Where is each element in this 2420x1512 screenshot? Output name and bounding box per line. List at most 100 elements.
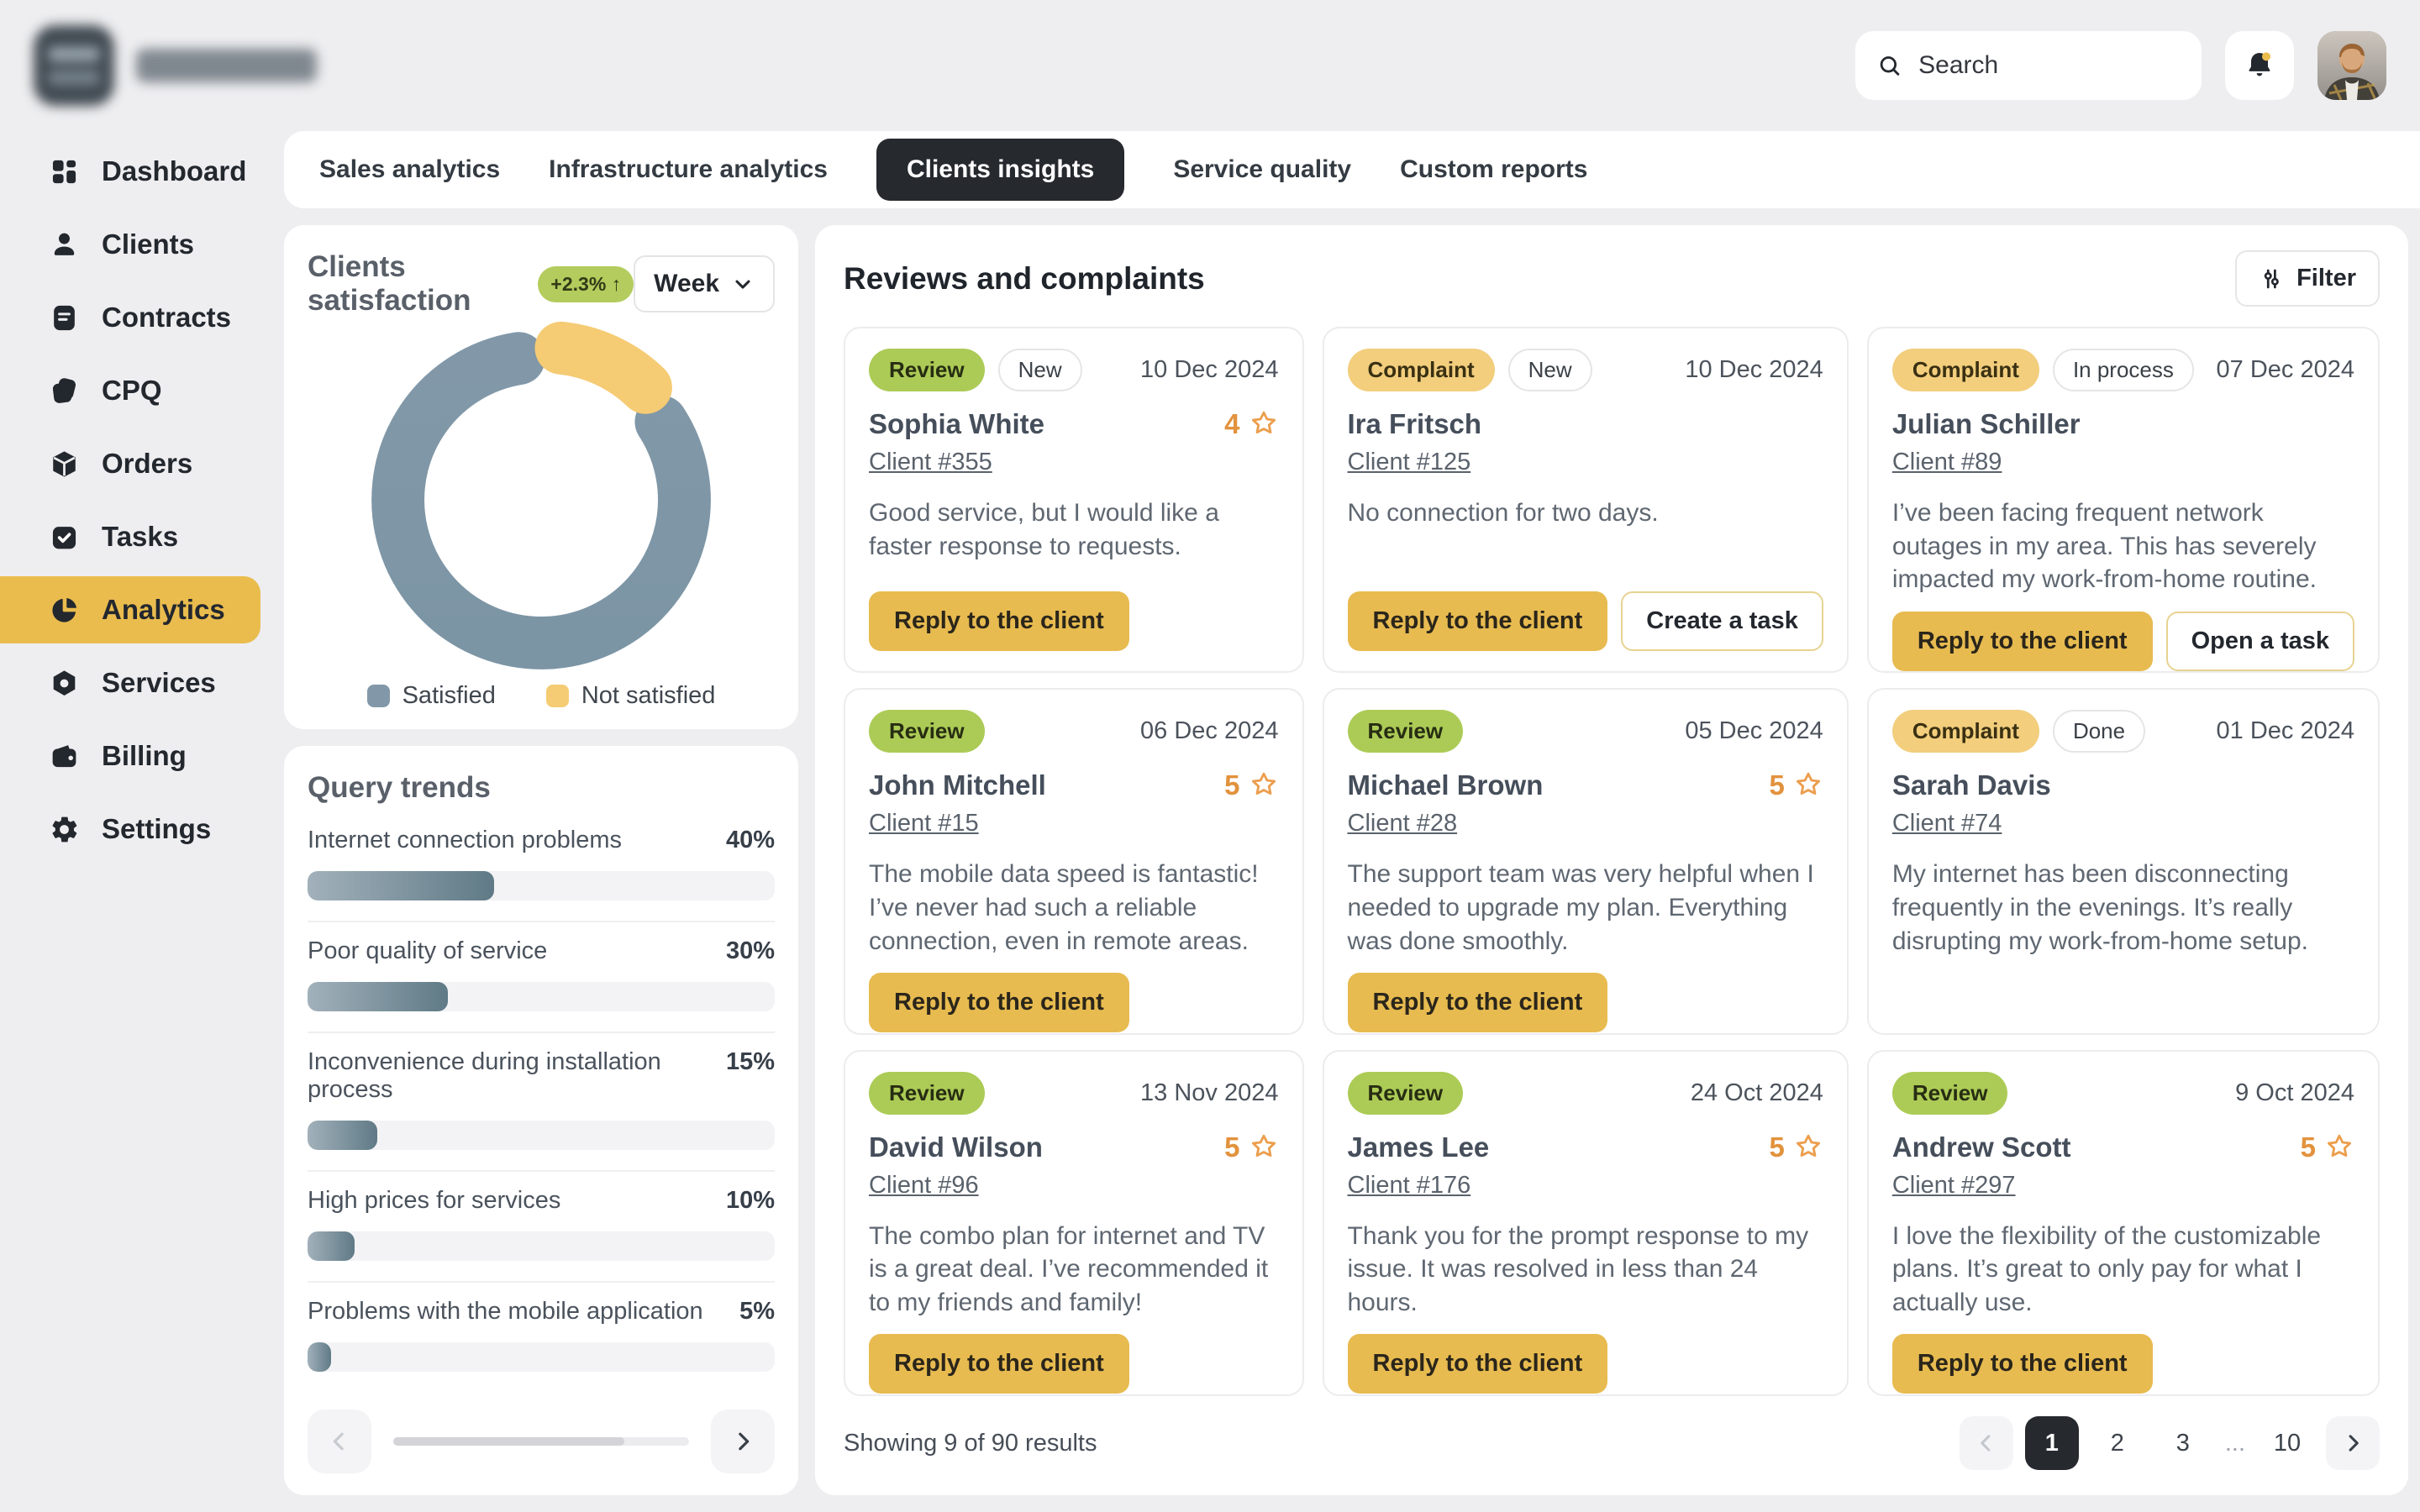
brand-logo-blurred [34, 25, 317, 106]
trend-value: 30% [726, 937, 775, 965]
tasks-icon [49, 522, 80, 553]
sidebar-item-services[interactable]: Services [0, 649, 260, 717]
star-icon [1249, 1132, 1279, 1163]
task-button[interactable]: Open a task [2166, 612, 2354, 671]
star-icon [2324, 1132, 2354, 1163]
sidebar-item-label: CPQ [102, 375, 162, 407]
status-badge: Done [2053, 710, 2145, 753]
scrollbar-track[interactable] [393, 1437, 689, 1446]
legend-item-not-satisfied: Not satisfied [546, 682, 716, 710]
sidebar-item-label: Billing [102, 740, 187, 772]
client-link[interactable]: Client #89 [1892, 449, 2002, 476]
reply-button[interactable]: Reply to the client [1892, 1334, 2153, 1394]
reply-button[interactable]: Reply to the client [869, 973, 1129, 1032]
user-avatar[interactable] [2317, 31, 2386, 100]
trend-label: Inconvenience during installation proces… [308, 1048, 726, 1104]
scroll-left-button[interactable] [308, 1410, 371, 1473]
client-name: David Wilson [869, 1131, 1043, 1163]
reply-button[interactable]: Reply to the client [869, 1334, 1129, 1394]
reply-button[interactable]: Reply to the client [1348, 973, 1608, 1032]
chevron-down-icon [731, 272, 755, 296]
cpq-icon [49, 375, 80, 407]
type-badge: Review [869, 349, 985, 391]
trend-value: 5% [739, 1298, 775, 1326]
sidebar-item-label: Contracts [102, 302, 231, 333]
client-link[interactable]: Client #96 [869, 1172, 979, 1200]
client-link[interactable]: Client #176 [1348, 1172, 1471, 1200]
tab-sales-analytics[interactable]: Sales analytics [319, 155, 500, 184]
client-link[interactable]: Client #74 [1892, 810, 2002, 837]
sidebar-item-settings[interactable]: Settings [0, 795, 260, 863]
client-link[interactable]: Client #297 [1892, 1172, 2016, 1200]
results-footer: Showing 9 of 90 results 1 2 3 ... 10 [844, 1416, 2380, 1470]
tab-custom-reports[interactable]: Custom reports [1400, 155, 1587, 184]
scrollbar-thumb[interactable] [393, 1437, 624, 1446]
filter-sliders-icon [2259, 266, 2284, 291]
search-icon [1877, 51, 1902, 80]
card-date: 10 Dec 2024 [1685, 356, 1823, 384]
trend-row: High prices for services10% [308, 1170, 775, 1281]
sidebar-item-label: Analytics [102, 594, 225, 626]
client-link[interactable]: Client #355 [869, 449, 992, 476]
client-name: Julian Schiller [1892, 408, 2081, 440]
tab-service-quality[interactable]: Service quality [1173, 155, 1351, 184]
next-page-button[interactable] [2326, 1416, 2380, 1470]
sidebar-item-label: Services [102, 667, 216, 699]
brand-wordmark-blurred [136, 49, 317, 82]
notifications-button[interactable] [2225, 31, 2294, 100]
reply-button[interactable]: Reply to the client [869, 591, 1129, 651]
page-button-10[interactable]: 10 [2260, 1416, 2314, 1470]
card-date: 13 Nov 2024 [1140, 1079, 1278, 1107]
pagination-ellipsis: ... [2222, 1430, 2249, 1457]
sidebar-item-cpq[interactable]: CPQ [0, 357, 260, 424]
sidebar-item-analytics[interactable]: Analytics [0, 576, 260, 643]
sidebar-item-label: Orders [102, 448, 192, 480]
sidebar-item-tasks[interactable]: Tasks [0, 503, 260, 570]
prev-page-button[interactable] [1960, 1416, 2013, 1470]
client-name: Ira Fritsch [1348, 408, 1482, 440]
donut-not-satisfied-arc [561, 348, 646, 387]
client-link[interactable]: Client #15 [869, 810, 979, 837]
task-button[interactable]: Create a task [1621, 591, 1823, 651]
sidebar-item-billing[interactable]: Billing [0, 722, 260, 790]
reply-button[interactable]: Reply to the client [1348, 1334, 1608, 1394]
card-date: 07 Dec 2024 [2217, 356, 2354, 384]
trend-value: 15% [726, 1048, 775, 1076]
sidebar-item-clients[interactable]: Clients [0, 211, 260, 278]
reply-button[interactable]: Reply to the client [1348, 591, 1608, 651]
trend-label: Poor quality of service [308, 937, 547, 965]
search-input[interactable] [1917, 50, 2180, 81]
page-button-1[interactable]: 1 [2025, 1416, 2079, 1470]
review-text: The support team was very helpful when I… [1348, 858, 1823, 958]
trend-row: Problems with the mobile application 5% [308, 1281, 775, 1392]
tab-clients-insights[interactable]: Clients insights [876, 139, 1124, 201]
results-summary: Showing 9 of 90 results [844, 1430, 1097, 1457]
star-icon [1793, 770, 1823, 801]
sidebar-item-contracts[interactable]: Contracts [0, 284, 260, 351]
chevron-right-icon [730, 1429, 755, 1454]
rating: 5 [1769, 769, 1823, 801]
page-button-2[interactable]: 2 [2091, 1416, 2144, 1470]
review-card: Complaint In process 07 Dec 2024 Julian … [1867, 327, 2380, 673]
client-link[interactable]: Client #125 [1348, 449, 1471, 476]
tab-infrastructure-analytics[interactable]: Infrastructure analytics [549, 155, 828, 184]
type-badge: Review [869, 710, 985, 753]
page-button-3[interactable]: 3 [2156, 1416, 2210, 1470]
sidebar-item-dashboard[interactable]: Dashboard [0, 138, 260, 205]
review-card: Complaint New 10 Dec 2024 Ira Fritsch Cl… [1323, 327, 1849, 673]
search-bar[interactable] [1855, 31, 2202, 100]
card-date: 10 Dec 2024 [1140, 356, 1278, 384]
period-dropdown[interactable]: Week [634, 255, 775, 312]
client-link[interactable]: Client #28 [1348, 810, 1458, 837]
rating: 5 [1769, 1131, 1823, 1163]
brand-logo-mark [34, 25, 114, 106]
sidebar: Dashboard Clients Contracts CPQ Orders T… [0, 131, 284, 1512]
reply-button[interactable]: Reply to the client [1892, 612, 2153, 671]
scroll-right-button[interactable] [711, 1410, 775, 1473]
filter-button[interactable]: Filter [2235, 250, 2380, 307]
trend-label: Problems with the mobile application [308, 1298, 703, 1326]
pagination: 1 2 3 ... 10 [1960, 1416, 2380, 1470]
legend-swatch-not-satisfied [546, 685, 569, 707]
pie-chart-icon [49, 595, 80, 626]
sidebar-item-orders[interactable]: Orders [0, 430, 260, 497]
